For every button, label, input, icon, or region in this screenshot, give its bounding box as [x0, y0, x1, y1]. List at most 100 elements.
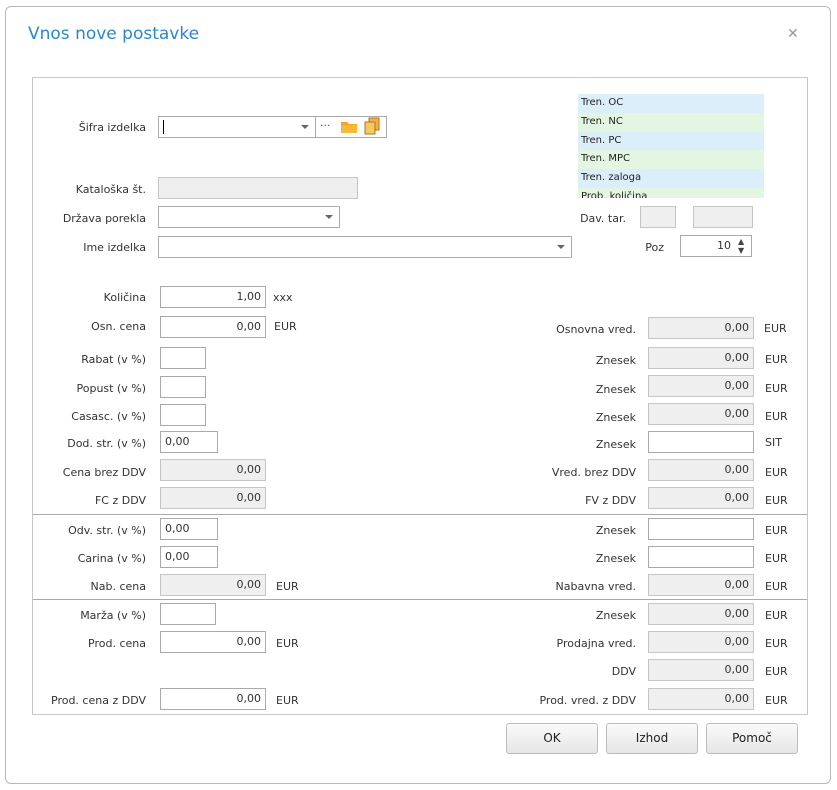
marza-label: Marža (v %)	[80, 609, 146, 622]
legend-item: Tren. NC	[578, 112, 764, 132]
prodajna-field: 0,00	[648, 631, 754, 653]
fv-unit: EUR	[765, 494, 788, 507]
legend-item: Tren. PC	[578, 131, 764, 151]
ddv-field: 0,00	[648, 659, 754, 681]
fc-label: FC z DDV	[94, 494, 146, 507]
dav-tar-field-1	[640, 206, 676, 228]
znesek-label: Znesek	[595, 609, 636, 622]
copy-icon[interactable]	[363, 117, 381, 138]
vred-brez-field: 0,00	[648, 459, 754, 481]
drzava-label: Država porekla	[62, 212, 146, 225]
close-icon[interactable]: ✕	[787, 26, 799, 42]
prod-cena-ddv-label: Prod. cena z DDV	[51, 694, 146, 707]
rabat-label: Rabat (v %)	[81, 353, 146, 366]
separator	[33, 599, 807, 600]
odv-str-label: Odv. str. (v %)	[68, 524, 146, 537]
prodajna-label: Prodajna vred.	[556, 637, 636, 650]
poz-label: Poz	[645, 241, 664, 254]
znesek-carina-unit: EUR	[765, 552, 788, 565]
rabat-input[interactable]	[160, 347, 206, 369]
znesek-odv-str-input[interactable]	[648, 518, 754, 540]
odv-str-input[interactable]: 0,00	[160, 518, 218, 540]
osnovna-unit: EUR	[764, 322, 787, 335]
prod-vred-label: Prod. vred. z DDV	[539, 694, 636, 707]
chevron-down-icon[interactable]	[301, 125, 309, 129]
browse-button[interactable]: ···	[320, 119, 331, 132]
prodajna-unit: EUR	[765, 637, 788, 650]
znesek-popust-field: 0,00	[648, 375, 754, 397]
znesek-casasc-field: 0,00	[648, 403, 754, 425]
fv-label: FV z DDV	[585, 494, 636, 507]
prod-vred-unit: EUR	[765, 694, 788, 707]
znesek-dod-str-input[interactable]	[648, 431, 754, 453]
osn-cena-input[interactable]: 0,00	[160, 316, 266, 338]
kolicina-input[interactable]: 1,00	[160, 286, 266, 308]
znesek-label: Znesek	[595, 383, 636, 396]
prod-cena-input[interactable]: 0,00	[160, 631, 266, 653]
dod-str-input[interactable]: 0,00	[160, 431, 218, 453]
dav-tar-label: Dav. tar.	[580, 212, 626, 225]
nab-cena-unit: EUR	[276, 580, 299, 593]
znesek-odv-str-unit: EUR	[765, 524, 788, 537]
nab-cena-field: 0,00	[160, 574, 266, 596]
znesek-marza-unit: EUR	[765, 609, 788, 622]
sifra-label: Šifra izdelka	[78, 121, 146, 134]
prod-cena-unit: EUR	[276, 637, 299, 650]
katalog-field	[158, 177, 358, 199]
prod-cena-ddv-input[interactable]: 0,00	[160, 688, 266, 710]
osnovna-field: 0,00	[648, 317, 754, 339]
ok-button[interactable]: OK	[506, 723, 598, 754]
vred-brez-unit: EUR	[765, 466, 788, 479]
kolicina-unit: xxx	[273, 291, 293, 304]
carina-label: Carina (v %)	[77, 552, 146, 565]
osnovna-label: Osnovna vred.	[556, 323, 636, 336]
nabavna-field: 0,00	[648, 574, 754, 596]
popust-label: Popust (v %)	[76, 382, 146, 395]
znesek-popust-unit: EUR	[765, 382, 788, 395]
vred-brez-label: Vred. brez DDV	[551, 466, 636, 479]
prod-vred-field: 0,00	[648, 688, 754, 710]
fv-field: 0,00	[648, 487, 754, 509]
stepper-arrows-icon[interactable]: ▲ ▼	[738, 237, 744, 255]
osn-cena-unit: EUR	[274, 320, 297, 333]
carina-input[interactable]: 0,00	[160, 546, 218, 568]
separator	[33, 514, 807, 515]
legend-item: Tren. OC	[578, 94, 764, 113]
izhod-button[interactable]: Izhod	[606, 723, 698, 754]
nab-cena-label: Nab. cena	[90, 580, 146, 593]
dav-tar-field-2	[693, 206, 753, 228]
znesek-dod-str-unit: SIT	[765, 436, 782, 449]
osn-cena-label: Osn. cena	[91, 320, 146, 333]
drzava-select[interactable]	[158, 206, 340, 228]
folder-icon[interactable]	[340, 119, 358, 137]
znesek-rabat-unit: EUR	[765, 353, 788, 366]
znesek-marza-field: 0,00	[648, 603, 754, 625]
znesek-label: Znesek	[595, 411, 636, 424]
ddv-unit: EUR	[765, 665, 788, 678]
znesek-label: Znesek	[595, 552, 636, 565]
prod-cena-label: Prod. cena	[88, 637, 146, 650]
znesek-carina-input[interactable]	[648, 546, 754, 568]
sifra-input[interactable]	[158, 116, 316, 138]
legend-item: Tren. zaloga	[578, 169, 764, 188]
nabavna-unit: EUR	[765, 580, 788, 593]
text-cursor	[163, 120, 164, 134]
nabavna-label: Nabavna vred.	[555, 580, 636, 593]
chevron-down-icon[interactable]	[325, 215, 333, 219]
prod-cena-ddv-unit: EUR	[276, 694, 299, 707]
casasc-label: Casasc. (v %)	[71, 410, 146, 423]
ime-select[interactable]	[158, 236, 572, 258]
znesek-label: Znesek	[595, 354, 636, 367]
cena-brez-label: Cena brez DDV	[62, 466, 146, 479]
popust-input[interactable]	[160, 376, 206, 398]
znesek-label: Znesek	[595, 438, 636, 451]
price-legend: Tren. OC Tren. NC Tren. PC Tren. MPC Tren. z…	[578, 94, 764, 198]
katalog-label: Kataloška št.	[75, 183, 146, 196]
marza-input[interactable]	[160, 603, 216, 625]
casasc-input[interactable]	[160, 404, 206, 426]
legend-item: Tren. MPC	[578, 150, 764, 170]
kolicina-label: Količina	[103, 291, 146, 304]
znesek-rabat-field: 0,00	[648, 347, 754, 369]
pomoc-button[interactable]: Pomoč	[706, 723, 798, 754]
chevron-down-icon[interactable]	[557, 245, 565, 249]
